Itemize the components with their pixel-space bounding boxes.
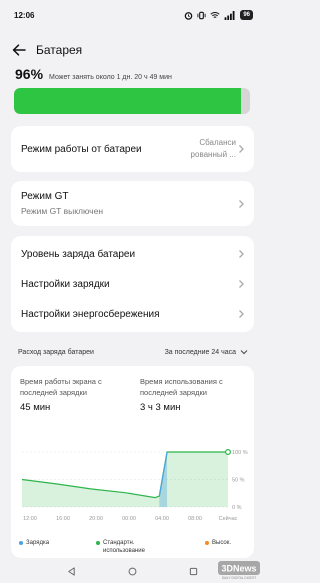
usage-title: Расход заряда батареи — [18, 348, 94, 356]
use-time-stat: Время использования с последней зарядки … — [140, 376, 248, 413]
settings-item-power-saving[interactable]: Настройки энергосбережения — [11, 299, 254, 329]
period-label: За последние 24 часа — [164, 348, 236, 356]
chart-area-standard — [22, 452, 228, 507]
gt-mode-row[interactable]: Режим GT Режим GT выключен — [11, 181, 254, 226]
battery-settings-card: Уровень заряда батареи Настройки зарядки… — [11, 236, 254, 332]
svg-text:DAILY DIGITAL DIGEST: DAILY DIGITAL DIGEST — [222, 576, 257, 580]
screen-time-label: Время работы экрана с последней зарядки — [20, 377, 102, 397]
wifi-icon — [210, 11, 220, 18]
usage-card: Время работы экрана с последней зарядки … — [11, 366, 254, 558]
battery-percent: 96% — [15, 66, 44, 82]
chevron-right-icon — [239, 280, 244, 288]
chart-x-tick: 16:00 — [56, 516, 70, 522]
back-button[interactable] — [10, 41, 28, 59]
battery-mode-value: Сбаланси рованный ... — [190, 138, 236, 159]
gt-mode-label: Режим GT — [21, 191, 69, 202]
recents-square-icon[interactable] — [189, 567, 198, 576]
chevron-right-icon — [239, 145, 244, 153]
chart-x-tick: 08:00 — [188, 516, 202, 522]
chart-x-tick: 00:00 — [122, 516, 136, 522]
arrow-left-icon — [12, 44, 26, 56]
legend-item-standard: Стандартн. использование — [96, 539, 168, 555]
battery-remaining-note: Может занять около 1 дн. 20 ч 49 мин — [49, 74, 172, 81]
page-title: Батарея — [36, 43, 83, 57]
battery-level-bar — [14, 88, 250, 114]
status-time: 12:06 — [14, 10, 35, 20]
battery-level-fill — [14, 88, 241, 114]
settings-item-charge-level[interactable]: Уровень заряда батареи — [11, 239, 254, 269]
chart-x-tick: 04:00 — [155, 516, 169, 522]
home-circle-icon[interactable] — [128, 567, 137, 576]
status-bar: 12:06 96 — [0, 0, 265, 30]
status-icons: 96 — [184, 10, 253, 20]
chevron-right-icon — [239, 199, 244, 208]
legend-label: Зарядка — [26, 540, 50, 546]
gt-mode-card[interactable]: Режим GT Режим GT выключен — [11, 181, 254, 226]
vibrate-icon — [197, 11, 206, 19]
svg-text:3DNews: 3DNews — [221, 564, 256, 574]
chart-x-tick: 12:00 — [23, 516, 37, 522]
signal-icon — [224, 10, 235, 20]
gt-mode-status: Режим GT выключен — [21, 206, 104, 216]
use-time-value: 3 ч 3 мин — [140, 402, 181, 413]
legend-item-high: Высок. — [205, 539, 251, 547]
chart-x-tick: Сейчас — [219, 515, 238, 522]
screen-time-value: 45 мин — [20, 402, 51, 413]
chart-y-tick: 0 % — [232, 505, 242, 511]
alarm-icon — [185, 11, 193, 20]
chevron-right-icon — [239, 310, 244, 318]
legend-dot-standard — [96, 541, 100, 545]
battery-mode-row[interactable]: Режим работы от батареи Сбаланси рованны… — [11, 126, 254, 172]
chevron-down-icon — [240, 350, 248, 355]
back-triangle-icon[interactable] — [67, 567, 76, 576]
chart-y-tick: 100 % — [232, 450, 248, 456]
usage-header: Расход заряда батареи За последние 24 ча… — [18, 345, 248, 359]
legend-item-charging: Зарядка — [19, 539, 89, 547]
legend-dot-high — [205, 541, 209, 545]
chevron-right-icon — [239, 250, 244, 258]
battery-mode-label: Режим работы от батареи — [21, 143, 142, 155]
settings-item-label: Уровень заряда батареи — [21, 248, 136, 260]
battery-usage-chart: 100 % 50 % 0 % 12:00 16:00 20:00 00:00 04:00 08:… — [22, 448, 248, 522]
battery-mode-card[interactable]: Режим работы от батареи Сбаланси рованны… — [11, 126, 254, 172]
chart-end-point — [225, 448, 232, 456]
battery-icon: 96 — [240, 10, 253, 20]
battery-summary: 96% Может занять около 1 дн. 20 ч 49 мин — [15, 66, 172, 82]
header: Батарея — [0, 36, 265, 64]
settings-item-charging[interactable]: Настройки зарядки — [11, 269, 254, 299]
use-time-label: Время использования с последней зарядки — [140, 377, 223, 397]
settings-item-label: Настройки энергосбережения — [21, 308, 160, 320]
settings-item-label: Настройки зарядки — [21, 278, 110, 290]
legend-label: Стандартн. использование — [103, 540, 145, 554]
watermark-logo: 3DNews DAILY DIGITAL DIGEST — [217, 558, 261, 583]
chart-y-tick: 50 % — [232, 478, 245, 484]
period-selector[interactable]: За последние 24 часа — [165, 349, 248, 356]
chart-x-tick: 20:00 — [89, 516, 103, 522]
legend-dot-charging — [19, 541, 23, 545]
legend-label: Высок. — [212, 540, 232, 546]
screen-time-stat: Время работы экрана с последней зарядки … — [20, 376, 130, 413]
